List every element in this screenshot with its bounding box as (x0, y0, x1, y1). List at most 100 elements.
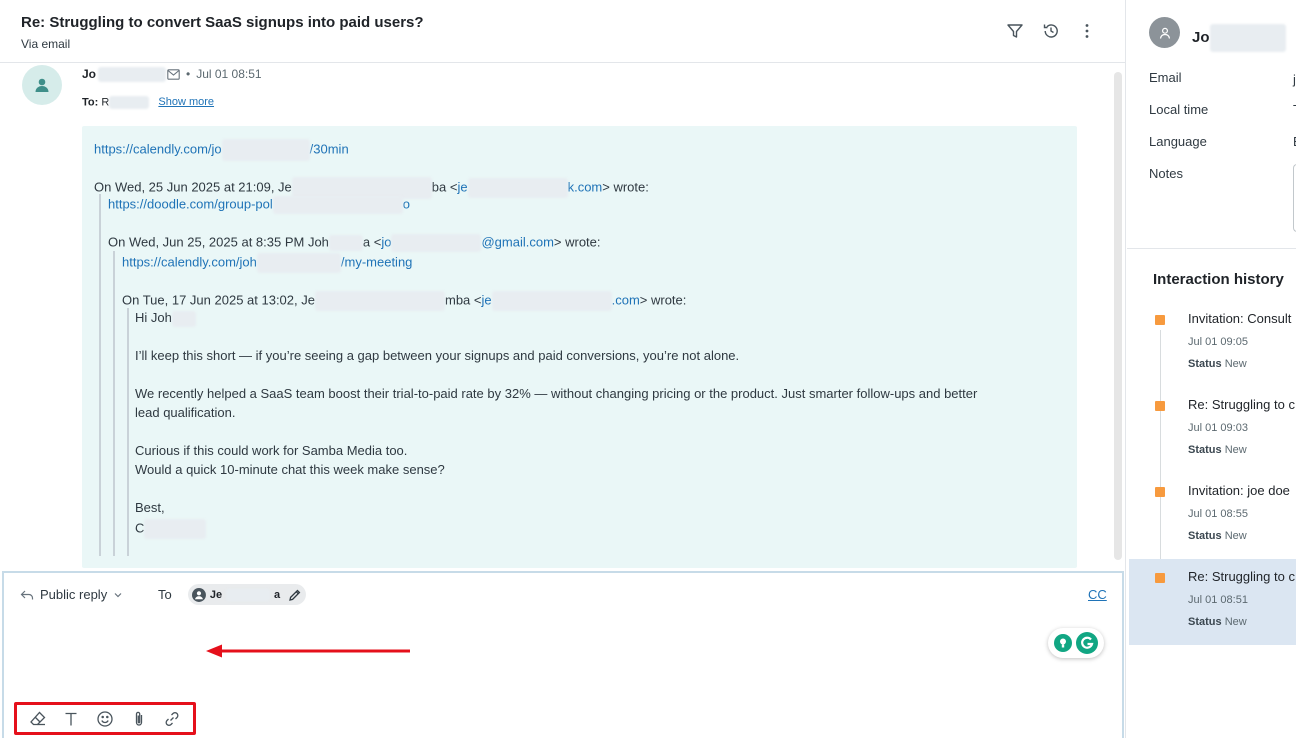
show-more-link[interactable]: Show more (158, 96, 214, 108)
body-paragraph-1: I’ll keep this short — if you’re seeing … (135, 348, 740, 363)
composer-to-label: To (158, 587, 172, 602)
text-format-icon[interactable] (60, 708, 82, 730)
recipient-name: Je (209, 588, 223, 601)
quote-header-3-email-suffix[interactable]: .com (612, 292, 640, 307)
history-dot (1155, 573, 1165, 583)
signoff: Best, (135, 500, 165, 515)
reply-icon (20, 590, 34, 599)
quote-header-2-email[interactable]: jo (381, 234, 391, 249)
meeting-link-line: https://calendly.com/joh/my-meeting (122, 253, 412, 273)
calendly-link-suffix[interactable]: /30min (310, 141, 349, 156)
status-label: Status (1188, 616, 1222, 628)
history-item-time: Jul 01 08:51 (1188, 594, 1248, 606)
cc-link[interactable]: CC (1088, 587, 1107, 602)
quote-bar-level-3 (127, 308, 129, 556)
quote-header-3-mid: mba < (444, 292, 482, 308)
history-item-time: Jul 01 09:05 (1188, 336, 1248, 348)
ticket-header: Re: Struggling to convert SaaS signups i… (0, 0, 1125, 63)
history-dot (1155, 401, 1165, 411)
doodle-link-suffix[interactable]: o (403, 196, 410, 211)
history-item-status: Status New (1188, 530, 1247, 542)
chevron-down-icon (114, 592, 122, 597)
quote-header-3-post: > wrote: (639, 292, 687, 308)
email-value[interactable]: j (1293, 72, 1296, 87)
calendly-link-line: https://calendly.com/jo/30min (94, 139, 349, 161)
conversation-scrollbar[interactable] (1114, 72, 1122, 560)
redacted-block (226, 588, 270, 601)
reply-composer[interactable]: Public reply To Je a CC (2, 571, 1124, 738)
redacted-block (98, 67, 167, 83)
to-label: To: (82, 96, 99, 109)
quote-header-2-post: > wrote: (553, 234, 601, 250)
recipient-pill[interactable]: Je a (188, 584, 306, 605)
redacted-block (272, 196, 403, 214)
interaction-history-title: Interaction history (1153, 271, 1284, 288)
meeting-link-suffix[interactable]: /my-meeting (341, 254, 413, 269)
customer-avatar (1149, 17, 1180, 48)
body-paragraph-3b: Would a quick 10-minute chat this week m… (135, 462, 445, 477)
history-item-title: Re: Struggling to c (1188, 397, 1295, 412)
redacted-block (1209, 24, 1286, 52)
pencil-icon[interactable] (288, 588, 302, 602)
history-item-title: Re: Struggling to c (1188, 569, 1295, 584)
grammarly-widget[interactable] (1048, 628, 1104, 658)
annotation-arrow-icon (206, 644, 410, 658)
sender-avatar (22, 65, 62, 105)
redacted-block (328, 235, 363, 251)
link-icon[interactable] (161, 708, 183, 730)
history-item-title: Invitation: Consult (1188, 311, 1292, 326)
redacted-block (109, 96, 150, 109)
user-icon (35, 78, 49, 92)
quote-header-1-email-suffix[interactable]: k.com (568, 179, 603, 194)
history-item-time: Jul 01 09:03 (1188, 422, 1248, 434)
history-item[interactable]: Re: Struggling to c Jul 01 09:03 Status … (1129, 387, 1296, 473)
grammarly-icon[interactable] (1076, 632, 1098, 654)
history-item[interactable]: Invitation: joe doe Jul 01 08:55 Status … (1129, 473, 1296, 559)
history-item-active[interactable]: Re: Struggling to c Jul 01 08:51 Status … (1129, 559, 1296, 645)
message-meta: • Jul 01 08:51 (167, 67, 262, 81)
more-vertical-icon[interactable] (1076, 20, 1098, 42)
message-date: Jul 01 08:51 (196, 67, 262, 81)
history-dot (1155, 315, 1165, 325)
local-time-label: Local time (1149, 102, 1209, 117)
redacted-block (491, 291, 612, 311)
quote-header-1-mid: ba < (431, 179, 458, 195)
quote-header-3-email[interactable]: je (481, 292, 491, 307)
filter-icon[interactable] (1004, 20, 1026, 42)
paperclip-icon[interactable] (128, 708, 150, 730)
body-paragraph-2a: We recently helped a SaaS team boost the… (135, 386, 978, 401)
redacted-block (467, 178, 568, 198)
redacted-block (314, 291, 445, 311)
quote-header-2-email-suffix[interactable]: @gmail.com (481, 234, 553, 249)
status-value: New (1224, 444, 1247, 456)
language-label: Language (1149, 134, 1207, 149)
quote-header-2-mid: a < (362, 234, 382, 250)
recipient-avatar-icon (192, 587, 206, 602)
doodle-link[interactable]: https://doodle.com/group-pol (108, 196, 273, 211)
history-icon[interactable] (1040, 20, 1062, 42)
redacted-block (256, 253, 341, 273)
quote-header-2-text: On Wed, Jun 25, 2025 at 8:35 PM Joh (108, 234, 329, 250)
greeting-line: Hi Joh (135, 310, 196, 327)
body-paragraph-2b: lead qualification. (135, 405, 236, 420)
reply-type-dropdown[interactable]: Public reply (20, 587, 123, 602)
quote-header-1-email[interactable]: je (457, 179, 467, 194)
calendly-link[interactable]: https://calendly.com/jo (94, 141, 222, 156)
doodle-link-line: https://doodle.com/group-pol o (108, 196, 410, 214)
meta-separator: • (186, 67, 191, 81)
emoji-icon[interactable] (94, 708, 116, 730)
email-label: Email (1149, 70, 1182, 85)
history-item-status: Status New (1188, 358, 1247, 370)
lightbulb-icon[interactable] (1054, 634, 1072, 652)
ticket-workspace: Re: Struggling to convert SaaS signups i… (0, 0, 1296, 738)
status-value: New (1224, 530, 1247, 542)
ticket-channel: Via email (21, 37, 71, 51)
ticket-main-panel: Re: Struggling to convert SaaS signups i… (0, 0, 1126, 738)
quote-header-1-text: On Wed, 25 Jun 2025 at 21:09, Je (94, 179, 292, 195)
history-item[interactable]: Invitation: Consult Jul 01 09:05 Status … (1129, 301, 1296, 387)
ticket-subject: Re: Struggling to convert SaaS signups i… (21, 14, 424, 31)
eraser-icon[interactable] (27, 708, 49, 730)
signature-line: C (135, 519, 207, 539)
reply-type-label: Public reply (40, 587, 108, 602)
meeting-link[interactable]: https://calendly.com/joh (122, 254, 257, 269)
